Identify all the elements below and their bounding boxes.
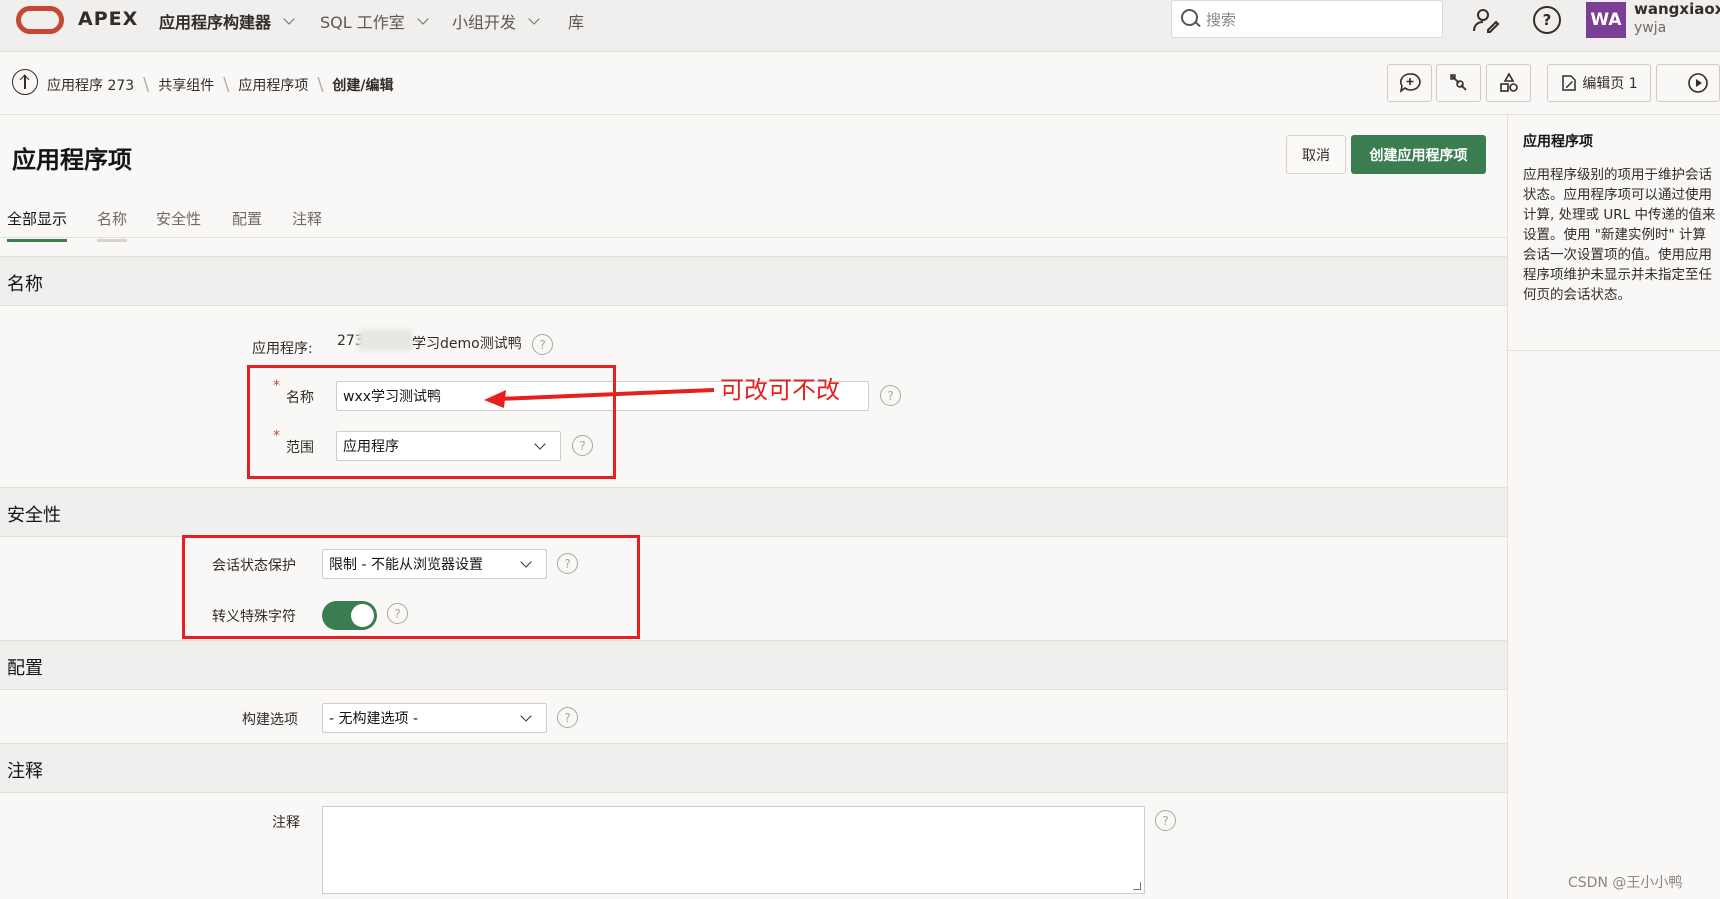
page-edit-icon (1562, 75, 1577, 91)
section-header-name: 名称 (0, 256, 1507, 306)
run-page-button[interactable] (1656, 64, 1720, 102)
tab-comments[interactable]: 注释 (292, 208, 322, 239)
search-input[interactable]: 搜索 (1171, 0, 1443, 38)
cancel-button[interactable]: 取消 (1286, 135, 1346, 174)
shapes-icon (1499, 72, 1518, 92)
breadcrumb-item-application[interactable]: 应用程序 273 (47, 75, 134, 95)
breadcrumb-separator: \ (223, 74, 230, 95)
nav-gallery[interactable]: 库 (568, 9, 584, 33)
annotation-text: 可改可不改 (720, 376, 840, 404)
workspace-name: ywja (1634, 20, 1667, 36)
chevron-down-icon (283, 12, 295, 25)
tab-security[interactable]: 安全性 (156, 208, 201, 239)
section-header-comments: 注释 (0, 743, 1507, 793)
help-panel-body: 应用程序级别的项用于维护会话 状态。应用程序项可以通过使用 计算, 处理或 UR… (1523, 167, 1716, 303)
section-header-security: 安全性 (0, 487, 1507, 537)
tab-name[interactable]: 名称 (97, 208, 128, 242)
search-icon (1180, 8, 1202, 30)
help-icon[interactable]: ? (1155, 810, 1176, 831)
help-icon[interactable]: ? (532, 334, 553, 355)
application-name-value: 学习demo测试鸭 (412, 336, 522, 352)
feedback-button[interactable] (1387, 64, 1432, 102)
breadcrumb-separator: \ (143, 74, 150, 95)
tab-show-all[interactable]: 全部显示 (7, 208, 68, 242)
help-panel-title: 应用程序项 (1523, 134, 1593, 150)
annotation-arrow-icon (484, 388, 714, 408)
help-icon[interactable]: ? (557, 707, 578, 728)
nav-app-builder[interactable]: 应用程序构建器 (159, 9, 295, 33)
edit-page-button[interactable]: 编辑页 1 (1547, 64, 1651, 102)
avatar[interactable]: WA (1586, 2, 1626, 38)
nav-team-development[interactable]: 小组开发 (452, 9, 540, 33)
tab-configuration[interactable]: 配置 (232, 208, 262, 239)
breadcrumb-item-application-items[interactable]: 应用程序项 (238, 75, 308, 95)
administration-icon[interactable] (1472, 6, 1500, 34)
application-label: 应用程序: (252, 341, 313, 357)
page-title: 应用程序项 (12, 146, 132, 174)
divider (1508, 350, 1720, 351)
annotation-box-name (247, 365, 616, 479)
debug-button[interactable] (1436, 64, 1481, 102)
user-name[interactable]: wangxiaoxi (1634, 0, 1720, 18)
chevron-down-icon (520, 710, 532, 722)
apex-brand[interactable]: APEX (78, 8, 138, 30)
comments-label: 注释 (272, 815, 300, 831)
breadcrumb-item-current: 创建/编辑 (332, 77, 394, 94)
chevron-down-icon (417, 12, 429, 25)
nav-sql-workshop[interactable]: SQL 工作室 (320, 9, 429, 33)
oracle-logo-icon[interactable] (16, 6, 64, 34)
help-icon[interactable]: ? (880, 385, 901, 406)
create-application-item-button[interactable]: 创建应用程序项 (1351, 135, 1486, 174)
wrench-icon (1449, 74, 1467, 91)
watermark: CSDN @王小小鸭 (1568, 875, 1683, 891)
chevron-down-icon (528, 12, 540, 25)
build-option-select[interactable]: - 无构建选项 - (322, 703, 547, 733)
redacted-region (358, 329, 413, 351)
breadcrumb-bar: 应用程序 273 \ 共享组件 \ 应用程序项 \ 创建/编辑 编辑页 1 (0, 52, 1720, 115)
annotation-box-security (182, 535, 640, 639)
region-tabs: 全部显示 名称 安全性 配置 注释 (0, 200, 1507, 242)
section-header-configuration: 配置 (0, 640, 1507, 690)
arrow-up-icon[interactable] (12, 69, 38, 95)
comment-add-icon (1399, 73, 1421, 93)
build-option-label: 构建选项 (242, 712, 298, 728)
help-icon[interactable]: ? (1533, 6, 1561, 34)
breadcrumb-item-shared-components[interactable]: 共享组件 (158, 75, 214, 95)
breadcrumb-separator: \ (317, 74, 324, 95)
comments-textarea[interactable] (322, 806, 1145, 894)
resize-handle-icon[interactable] (1133, 882, 1141, 890)
help-panel: 应用程序项 应用程序级别的项用于维护会话 状态。应用程序项可以通过使用 计算, … (1507, 115, 1720, 899)
play-icon (1688, 73, 1708, 93)
top-bar: APEX 应用程序构建器 SQL 工作室 小组开发 库 搜索 ? WA wang… (0, 0, 1720, 52)
breadcrumb: 应用程序 273 \ 共享组件 \ 应用程序项 \ 创建/编辑 (47, 74, 394, 95)
shared-components-button[interactable] (1486, 64, 1531, 102)
